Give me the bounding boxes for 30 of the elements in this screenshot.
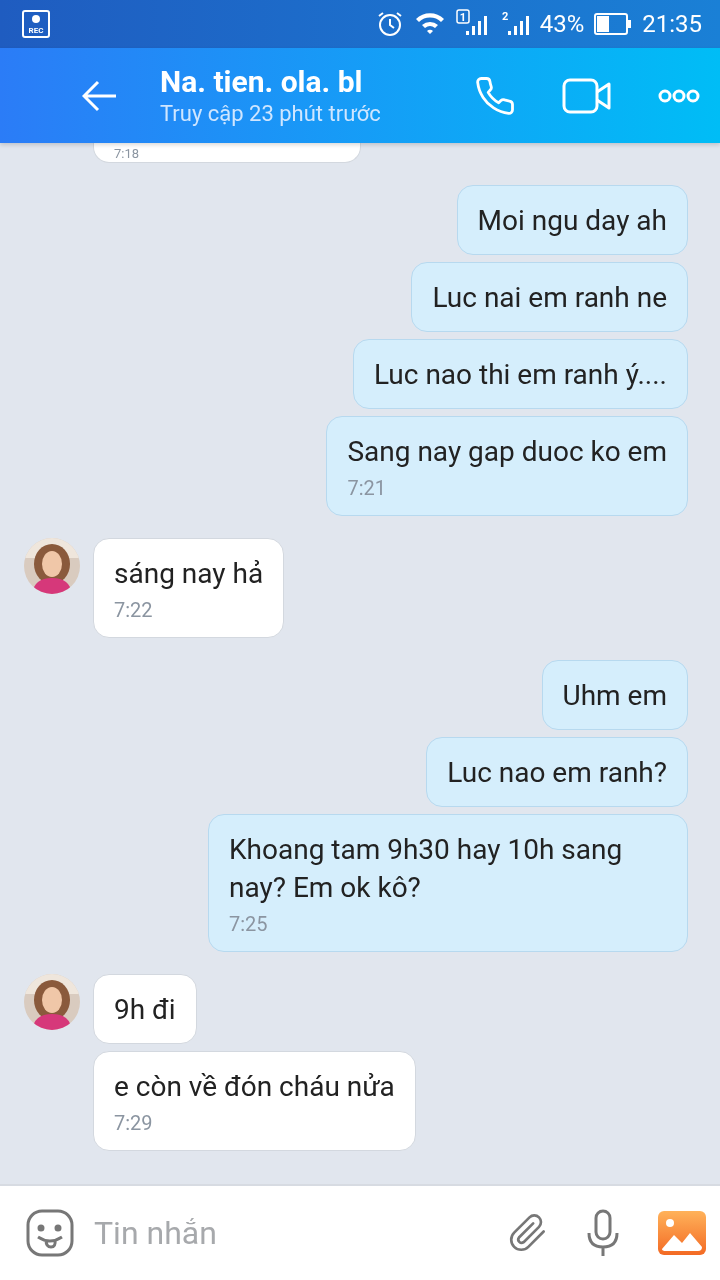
more-button[interactable] (658, 88, 700, 103)
message-text: 9h đi (114, 992, 176, 1028)
message-time: 7:25 (229, 911, 269, 937)
message-text: sáng nay hả (114, 556, 264, 592)
message-time: 7:22 (114, 597, 154, 623)
avatar (24, 538, 80, 594)
call-button[interactable] (474, 74, 516, 117)
video-call-button[interactable] (562, 77, 612, 114)
message-text: Moi ngu day ah (477, 203, 667, 239)
message-text: Sang nay gap duoc ko em (347, 434, 667, 470)
emoji-button[interactable] (26, 1209, 74, 1257)
message-text: Luc nao em ranh? (447, 755, 667, 791)
message-time: 7:21 (347, 475, 387, 501)
contact-name: Na. tien. ola. bl (160, 63, 364, 100)
message-time: 7:18 (114, 146, 140, 162)
battery-icon (594, 13, 633, 35)
screen-record-icon: REC (22, 10, 50, 38)
message-time: 7:29 (114, 1110, 154, 1136)
message-text: Luc nai em ranh ne (432, 280, 667, 316)
back-button[interactable] (82, 79, 118, 112)
avatar (24, 974, 80, 1030)
message-text: Uhm em (562, 678, 667, 714)
gallery-button[interactable] (658, 1211, 706, 1255)
message-text: Khoang tam 9h30 hay 10h sang nay? Em ok kô? (229, 832, 624, 906)
message-text: e còn về đón cháu nửa (114, 1069, 395, 1105)
microphone-button[interactable] (586, 1209, 620, 1257)
battery-percent: 43% (539, 10, 585, 38)
message-text: Luc nao thi em ranh ý.... (373, 357, 667, 393)
last-seen: Truy cập 23 phút trước (160, 99, 382, 128)
clock: 21:35 (642, 10, 702, 38)
